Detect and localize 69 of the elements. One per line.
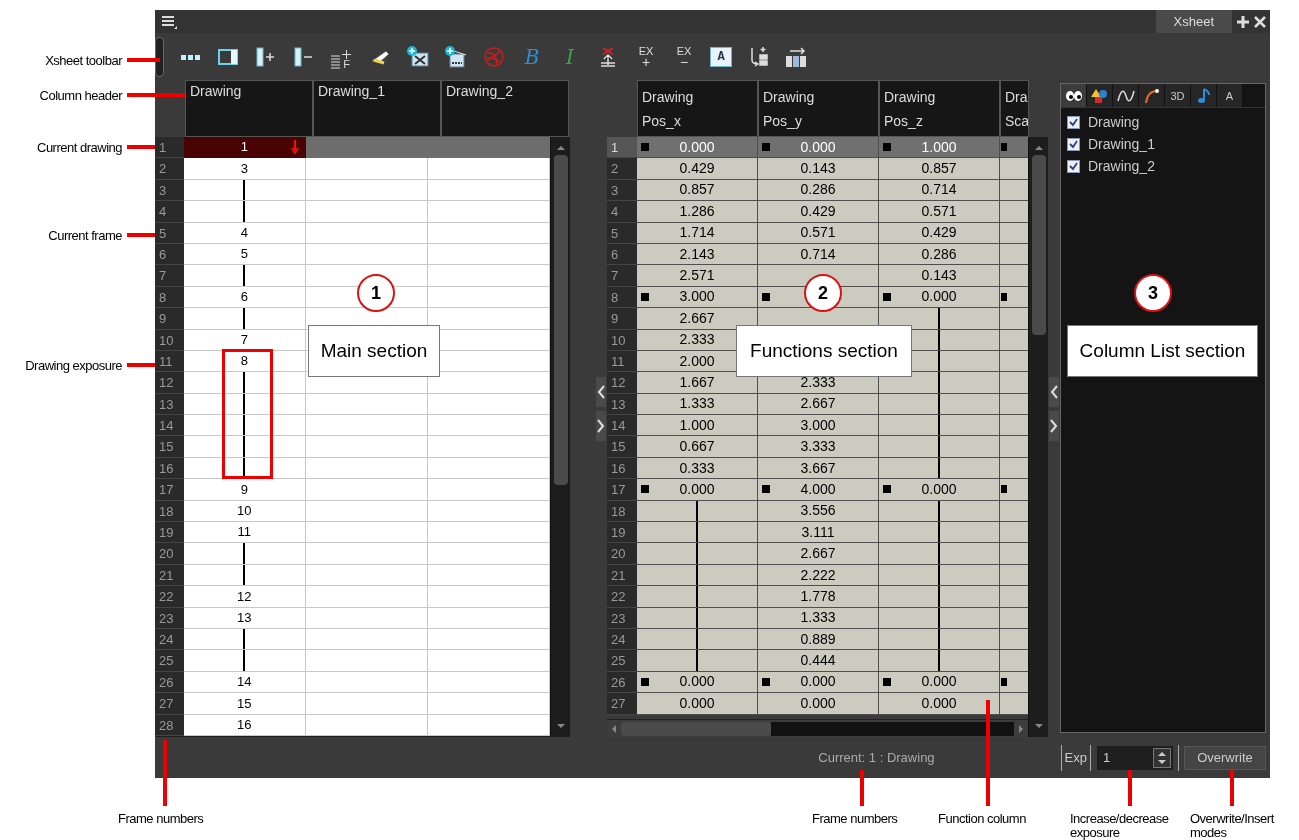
frame-number: 6 bbox=[155, 243, 184, 266]
exp-label: Exp bbox=[1063, 748, 1088, 767]
frame-number: 9 bbox=[607, 308, 637, 330]
frame-number: 27 bbox=[155, 693, 184, 715]
frame-number: 3 bbox=[607, 179, 637, 202]
frame-number: 5 bbox=[155, 222, 184, 244]
frame-number: 12 bbox=[155, 372, 184, 394]
frame-number: 27 bbox=[607, 693, 637, 715]
frame-number: 24 bbox=[155, 629, 184, 651]
frame-number: 13 bbox=[607, 393, 637, 416]
frame-number: 6 bbox=[607, 243, 637, 266]
frame-number: 16 bbox=[607, 457, 637, 480]
frame-number: 11 bbox=[607, 350, 637, 373]
frame-number: 14 bbox=[607, 415, 637, 437]
annotation-label: Overwrite/Insert modes bbox=[1190, 812, 1276, 840]
section-label-tooltip: Functions section bbox=[736, 325, 912, 377]
frame-number: 20 bbox=[155, 543, 184, 565]
annotation-label: Function column bbox=[938, 812, 1026, 826]
frame-number: 5 bbox=[607, 222, 637, 244]
frame-number: 2 bbox=[607, 158, 637, 180]
annotation-label: Drawing exposure bbox=[25, 357, 122, 375]
frame-number: 15 bbox=[607, 436, 637, 458]
frame-number: 11 bbox=[155, 350, 184, 373]
frame-number: 17 bbox=[155, 479, 184, 501]
frame-number: 7 bbox=[607, 265, 637, 287]
section-label-tooltip: Main section bbox=[308, 325, 440, 377]
frame-number: 9 bbox=[155, 308, 184, 330]
frame-number: 19 bbox=[607, 522, 637, 544]
annotation-label: Xsheet toolbar bbox=[45, 52, 122, 70]
frame-number: 23 bbox=[155, 607, 184, 629]
annotation-label: Frame numbers bbox=[118, 812, 204, 826]
frame-number: 8 bbox=[607, 286, 637, 309]
frame-number: 18 bbox=[155, 500, 184, 523]
frame-number: 21 bbox=[607, 564, 637, 587]
frame-number: 28 bbox=[155, 714, 184, 736]
frame-number: 1 bbox=[607, 137, 637, 159]
frame-number: 14 bbox=[155, 415, 184, 437]
frame-number: 24 bbox=[607, 629, 637, 651]
frame-number: 15 bbox=[155, 436, 184, 458]
frame-number: 4 bbox=[607, 201, 637, 223]
frame-number: 13 bbox=[155, 393, 184, 416]
frame-number: 12 bbox=[607, 372, 637, 394]
annotation-label: Current frame bbox=[48, 227, 122, 245]
frame-number: 10 bbox=[607, 329, 637, 351]
frame-number: 10 bbox=[155, 329, 184, 351]
frame-number: 25 bbox=[155, 650, 184, 672]
frame-number: 26 bbox=[155, 671, 184, 694]
annotation-label: Current drawing bbox=[37, 139, 122, 157]
current-frame-info: Current: 1 : Drawing bbox=[818, 748, 935, 767]
frame-number: 3 bbox=[155, 179, 184, 202]
frame-number: 20 bbox=[607, 543, 637, 565]
frame-number: 8 bbox=[155, 286, 184, 309]
annotation-label: Column header bbox=[39, 87, 122, 105]
frame-number: 25 bbox=[607, 650, 637, 672]
frame-number: 26 bbox=[607, 671, 637, 694]
frame-number: 1 bbox=[155, 137, 184, 159]
frame-number: 21 bbox=[155, 564, 184, 587]
frame-number: 23 bbox=[607, 607, 637, 629]
frame-number: 18 bbox=[607, 500, 637, 523]
annotation-label: Frame numbers bbox=[812, 812, 898, 826]
frame-number: 16 bbox=[155, 457, 184, 480]
frame-number: 4 bbox=[155, 201, 184, 223]
frame-number: 7 bbox=[155, 265, 184, 287]
frame-number: 22 bbox=[607, 586, 637, 608]
section-label-tooltip: Column List section bbox=[1067, 325, 1258, 377]
frame-number: 2 bbox=[155, 158, 184, 180]
frame-number: 19 bbox=[155, 522, 184, 544]
frame-number: 17 bbox=[607, 479, 637, 501]
frame-number: 22 bbox=[155, 586, 184, 608]
